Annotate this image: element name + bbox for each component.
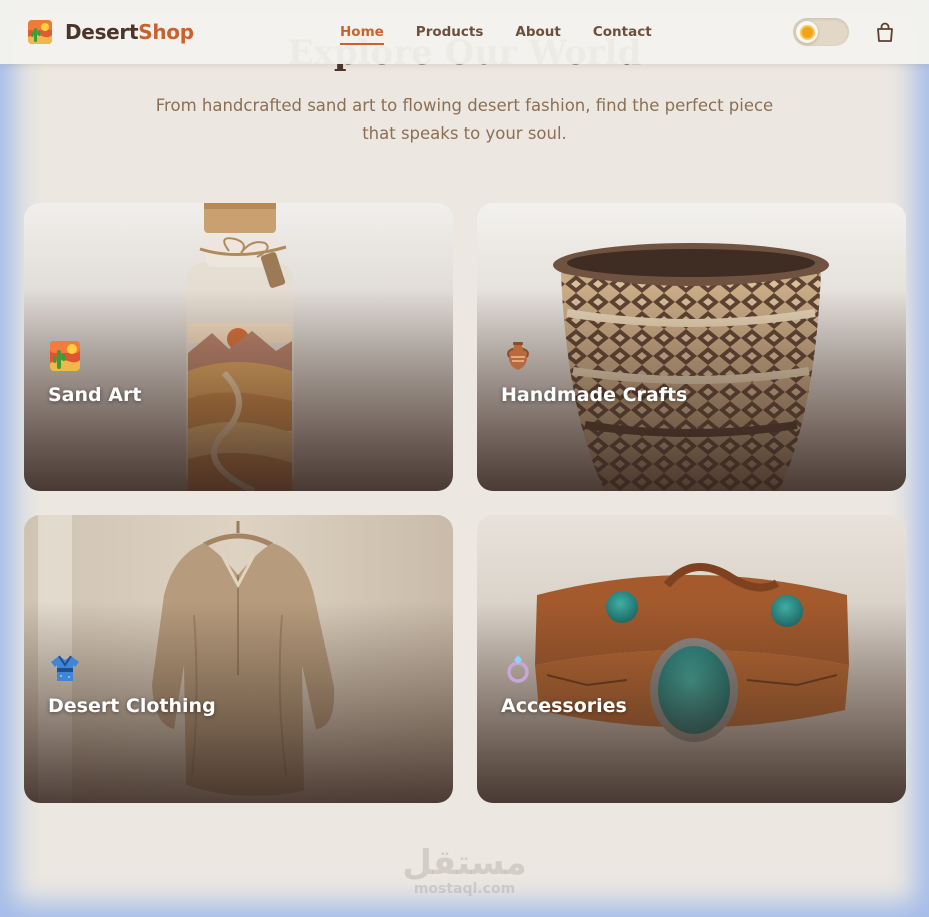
- category-title: Accessories: [501, 695, 627, 717]
- nav-contact[interactable]: Contact: [593, 24, 652, 45]
- category-card-desert-clothing[interactable]: Desert Clothing: [24, 515, 453, 803]
- card-overlay: [24, 203, 453, 491]
- card-overlay: [24, 515, 453, 803]
- watermark: مستقل mostaql.com: [0, 845, 929, 897]
- category-title: Handmade Crafts: [501, 384, 688, 406]
- sun-icon: [801, 26, 813, 38]
- logo-desert-icon: [28, 20, 52, 44]
- watermark-arabic: مستقل: [402, 843, 527, 883]
- logo[interactable]: DesertShop: [28, 20, 194, 44]
- category-title: Sand Art: [48, 384, 142, 406]
- watermark-latin: mostaql.com: [413, 881, 516, 897]
- category-title: Desert Clothing: [48, 695, 216, 717]
- nav-products[interactable]: Products: [416, 24, 484, 45]
- theme-toggle[interactable]: [793, 18, 849, 46]
- page: Explore Our World From handcrafted sand …: [0, 0, 929, 917]
- toggle-knob: [796, 21, 818, 43]
- category-card-sand-art[interactable]: Sand Art: [24, 203, 453, 491]
- brand-name: DesertShop: [65, 20, 194, 44]
- ring-icon: [507, 655, 529, 683]
- amphora-icon: [507, 342, 529, 370]
- kimono-icon: [51, 655, 79, 681]
- shopping-bag-icon[interactable]: [874, 21, 896, 43]
- site-header: DesertShop Home Products About Contact: [0, 0, 929, 64]
- main-nav: Home Products About Contact: [340, 24, 684, 45]
- category-card-accessories[interactable]: Accessories: [477, 515, 906, 803]
- cactus-desert-icon: [50, 341, 80, 371]
- nav-about[interactable]: About: [515, 24, 560, 45]
- page-subtitle: From handcrafted sand art to flowing des…: [155, 96, 774, 143]
- card-overlay: [477, 515, 906, 803]
- category-card-handmade-crafts[interactable]: Handmade Crafts: [477, 203, 906, 491]
- nav-home[interactable]: Home: [340, 24, 384, 45]
- card-overlay: [477, 203, 906, 491]
